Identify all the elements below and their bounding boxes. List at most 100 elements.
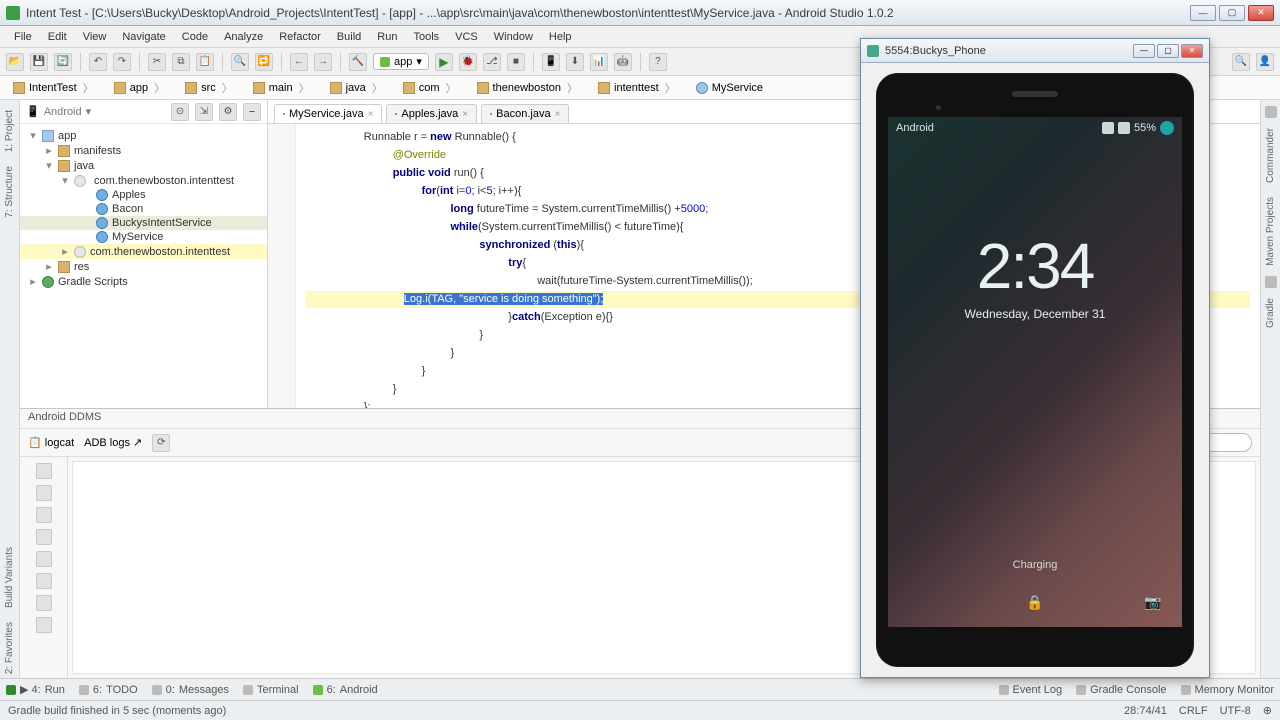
emu-minimize[interactable]: — [1133, 44, 1155, 58]
hide-icon[interactable]: ⎯ [243, 103, 261, 121]
tree-res[interactable]: ▸res [20, 259, 267, 274]
camera-shortcut-icon[interactable]: 📷 [1144, 593, 1162, 611]
emu-maximize[interactable]: ▢ [1157, 44, 1179, 58]
undo-icon[interactable]: ↶ [89, 53, 107, 71]
restart-icon[interactable]: ⟳ [152, 434, 170, 452]
side-btn[interactable] [36, 595, 52, 611]
crumb-com[interactable]: com〉 [396, 77, 466, 99]
sidebar-maven[interactable]: Maven Projects [1265, 193, 1276, 270]
menu-vcs[interactable]: VCS [447, 29, 486, 45]
menu-window[interactable]: Window [486, 29, 541, 45]
monitor-icon[interactable]: 📊 [590, 53, 608, 71]
tree-gradle[interactable]: ▸Gradle Scripts [20, 274, 267, 289]
close-tab-icon[interactable]: × [555, 109, 561, 120]
crumb-java[interactable]: java〉 [323, 77, 392, 99]
make-icon[interactable]: 🔨 [349, 53, 367, 71]
menu-run[interactable]: Run [369, 29, 405, 45]
menu-code[interactable]: Code [174, 29, 216, 45]
crumb-main[interactable]: main〉 [246, 77, 319, 99]
sidebar-commander[interactable]: Commander [1265, 124, 1276, 187]
toolwin-gradleconsole[interactable]: Gradle Console [1076, 684, 1166, 696]
find-icon[interactable]: 🔍 [231, 53, 249, 71]
tree-bacon[interactable]: Bacon [20, 202, 267, 216]
crumb-tnb[interactable]: thenewboston〉 [470, 77, 588, 99]
tab-adblogs[interactable]: ADB logs ↗ [84, 436, 142, 449]
sidebar-gradle[interactable]: Gradle [1265, 294, 1276, 332]
run-button[interactable]: ▶ [435, 53, 453, 71]
redo-icon[interactable]: ↷ [113, 53, 131, 71]
sidebar-buildvariants[interactable]: Build Variants [4, 543, 15, 612]
close-tab-icon[interactable]: × [368, 109, 374, 120]
tree-buckysintentservice[interactable]: BuckysIntentService [20, 216, 267, 230]
phone-screen[interactable]: Android 55% 2:34 Wednesday, December 31 … [888, 117, 1182, 627]
toolwin-memorymonitor[interactable]: Memory Monitor [1181, 684, 1274, 696]
menu-analyze[interactable]: Analyze [216, 29, 271, 45]
side-btn[interactable] [36, 573, 52, 589]
ddms-icon[interactable]: 🤖 [614, 53, 632, 71]
tab-myservice[interactable]: MyService.java× [274, 104, 382, 123]
forward-icon[interactable]: → [314, 53, 332, 71]
toolwin-run[interactable]: ▶ 4: Run [6, 683, 65, 696]
tree-pkg2[interactable]: ▸com.thenewboston.intenttest [20, 244, 267, 259]
crumb-app[interactable]: app〉 [107, 77, 174, 99]
side-btn[interactable] [36, 551, 52, 567]
emu-close[interactable]: ✕ [1181, 44, 1203, 58]
side-btn[interactable] [36, 507, 52, 523]
tree-pkg1[interactable]: ▾com.thenewboston.intenttest [20, 173, 267, 188]
crumb-pkg[interactable]: intenttest〉 [591, 77, 685, 99]
toolwin-android[interactable]: 6: Android [313, 684, 378, 696]
open-icon[interactable]: 📂 [6, 53, 24, 71]
menu-build[interactable]: Build [329, 29, 369, 45]
minimize-button[interactable]: — [1190, 5, 1216, 21]
stop-icon[interactable]: ■ [507, 53, 525, 71]
tree-myservice[interactable]: MyService [20, 230, 267, 244]
toolwin-messages[interactable]: 0: Messages [152, 684, 229, 696]
back-icon[interactable]: ← [290, 53, 308, 71]
collapse-icon[interactable]: ⇲ [195, 103, 213, 121]
lock-icon[interactable]: 🔒 [1026, 593, 1044, 611]
menu-view[interactable]: View [75, 29, 115, 45]
side-btn[interactable] [36, 463, 52, 479]
help-icon[interactable]: ? [649, 53, 667, 71]
copy-icon[interactable]: ⧉ [172, 53, 190, 71]
cut-icon[interactable]: ✂ [148, 53, 166, 71]
maximize-button[interactable]: ▢ [1219, 5, 1245, 21]
tab-logcat[interactable]: 📋 logcat [28, 436, 74, 449]
crumb-project[interactable]: IntentTest〉 [6, 77, 103, 99]
encoding[interactable]: UTF-8 [1220, 705, 1251, 717]
side-btn[interactable] [36, 617, 52, 633]
toolwin-terminal[interactable]: Terminal [243, 684, 299, 696]
debug-button[interactable]: 🐞 [459, 53, 477, 71]
tab-bacon[interactable]: Bacon.java× [481, 104, 569, 123]
side-btn[interactable] [36, 485, 52, 501]
sdk-icon[interactable]: ⬇ [566, 53, 584, 71]
tree-manifests[interactable]: ▸manifests [20, 143, 267, 158]
user-icon[interactable]: 👤 [1256, 53, 1274, 71]
replace-icon[interactable]: 🔁 [255, 53, 273, 71]
menu-tools[interactable]: Tools [405, 29, 447, 45]
project-tree[interactable]: ▾app ▸manifests ▾java ▾com.thenewboston.… [20, 124, 267, 408]
run-config-combo[interactable]: app ▾ [373, 53, 429, 70]
gear-icon[interactable]: ⚙ [219, 103, 237, 121]
search-everywhere-icon[interactable]: 🔍 [1232, 53, 1250, 71]
commander-icon[interactable] [1265, 106, 1277, 118]
emulator-window[interactable]: 5554:Buckys_Phone — ▢ ✕ Android 55% 2:34… [860, 38, 1210, 678]
avd-icon[interactable]: 📱 [542, 53, 560, 71]
save-icon[interactable]: 💾 [30, 53, 48, 71]
project-view-dropdown[interactable]: 📱 Android ▾ [26, 105, 91, 118]
sidebar-favorites[interactable]: 2: Favorites [4, 618, 15, 678]
scroll-from-icon[interactable]: ⊙ [171, 103, 189, 121]
menu-file[interactable]: File [6, 29, 40, 45]
menu-edit[interactable]: Edit [40, 29, 75, 45]
paste-icon[interactable]: 📋 [196, 53, 214, 71]
sidebar-project[interactable]: 1: Project [4, 106, 15, 156]
toolwin-todo[interactable]: 6: TODO [79, 684, 138, 696]
sync-icon[interactable]: 🔄 [54, 53, 72, 71]
tab-apples[interactable]: Apples.java× [386, 104, 477, 123]
crumb-class[interactable]: MyService [689, 79, 770, 97]
close-tab-icon[interactable]: × [462, 109, 468, 120]
sidebar-structure[interactable]: 7: Structure [4, 162, 15, 222]
menu-refactor[interactable]: Refactor [271, 29, 329, 45]
menu-help[interactable]: Help [541, 29, 580, 45]
tree-java[interactable]: ▾java [20, 158, 267, 173]
